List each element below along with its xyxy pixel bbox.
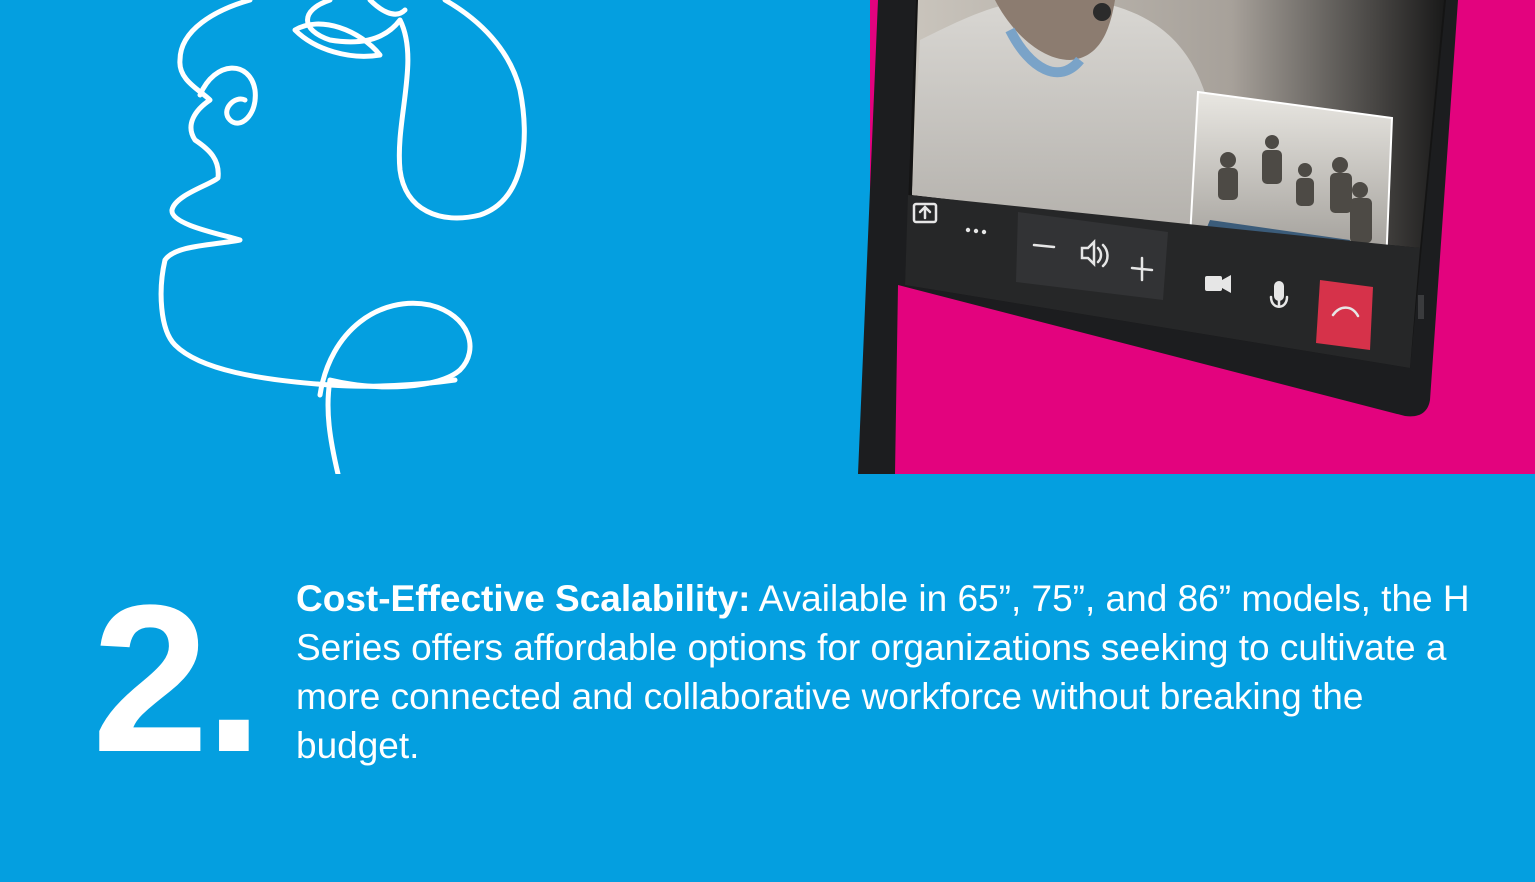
video-display-device: [858, 0, 1458, 474]
feature-description: Cost-Effective Scalability: Available in…: [296, 574, 1496, 770]
feature-title: Cost-Effective Scalability:: [296, 578, 751, 619]
feature-section: 2. Cost-Effective Scalability: Available…: [0, 474, 1535, 882]
hero-image-panel: ...: [0, 0, 1535, 474]
feature-number: 2.: [92, 561, 263, 796]
